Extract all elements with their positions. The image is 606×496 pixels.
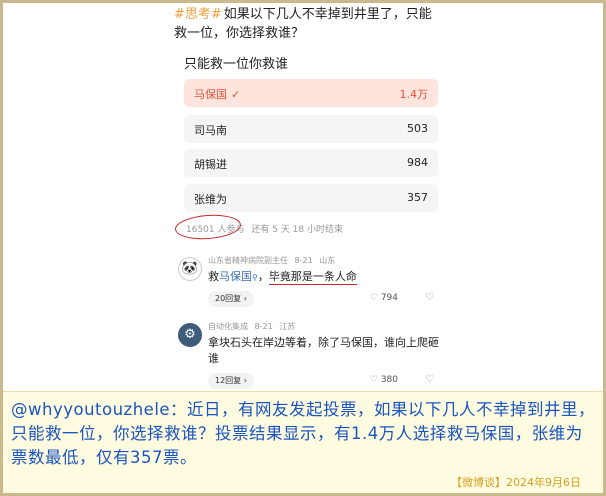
like-count: 794: [380, 293, 398, 303]
image-frame: #思考# 如果以下几人不幸掉到井里了，只能救一位，你选择救谁？ 只能救一位你救谁 …: [0, 0, 606, 496]
option-count: 984: [407, 156, 428, 169]
comment-item: 🐼 山东省精神病院副主任 8-21 山东 救马保国⚲，毕竟那是一条人命 20回复…: [174, 255, 454, 309]
option-label: 司马南: [194, 124, 227, 137]
comment-author[interactable]: 山东省精神病院副主任: [208, 256, 288, 265]
option-label: 马保国: [194, 88, 227, 101]
post-question: #思考# 如果以下几人不幸掉到井里了，只能救一位，你选择救谁？: [174, 5, 444, 43]
mention-link[interactable]: 马保国: [219, 270, 252, 283]
comment-location: 江苏: [279, 322, 296, 331]
option-count: 357: [407, 191, 428, 204]
comment-text: 拿块石头在岸边等着，除了马保国，谁向上爬砸谁: [208, 336, 439, 365]
like-button[interactable]: ♡ 794: [370, 293, 398, 303]
comment-meta: 自动化集成 8-21 江苏: [208, 321, 295, 332]
topic-tag[interactable]: #思考#: [174, 7, 222, 22]
caption-text: @whyyoutouzhele：近日，有网友发起投票，如果以下几人不幸掉到井里，…: [11, 400, 596, 467]
replies-button[interactable]: 12回复 ›: [208, 373, 254, 389]
replies-button[interactable]: 20回复 ›: [208, 291, 254, 307]
panda-avatar[interactable]: 🐼: [178, 257, 202, 281]
comment-date: 8-21: [294, 256, 313, 265]
underlined-text: 毕竟那是一条人命: [268, 270, 357, 285]
comment-comma: ，: [257, 270, 269, 283]
poll-card: 只能救一位你救谁 马保国 ✓ 1.4万 司马南 503 胡锡进 984 张维为 3…: [174, 45, 442, 243]
poll-option-ma-baoguo[interactable]: 马保国 ✓ 1.4万: [184, 79, 438, 107]
heart-icon: ♡: [369, 375, 378, 385]
poll-option-zhang-weiwei[interactable]: 张维为 357: [184, 184, 438, 212]
option-count: 503: [407, 122, 428, 135]
poll-option-hu-xijin[interactable]: 胡锡进 984: [184, 149, 438, 177]
badge-avatar[interactable]: ⚙: [178, 323, 202, 347]
poll-deadline: 还有 5 天 18 小时结束: [251, 225, 343, 235]
comment-prefix: 救: [208, 270, 219, 283]
comment-author[interactable]: 自动化集成: [208, 322, 248, 331]
caption-box: @whyyoutouzhele：近日，有网友发起投票，如果以下几人不幸掉到井里，…: [3, 391, 603, 493]
like-count: 380: [380, 375, 398, 385]
poll-option-sima-nan[interactable]: 司马南 503: [184, 115, 438, 143]
heart-icon: ♡: [369, 293, 378, 303]
weibo-screenshot: #思考# 如果以下几人不幸掉到井里了，只能救一位，你选择救谁？ 只能救一位你救谁 …: [158, 3, 458, 391]
option-label: 张维为: [194, 193, 227, 206]
checkmark-icon: ✓: [231, 88, 241, 101]
option-label: 胡锡进: [194, 158, 227, 171]
comment-date: 8-21: [254, 322, 273, 331]
comment-meta: 山东省精神病院副主任 8-21 山东: [208, 255, 335, 266]
dislike-icon[interactable]: ♡: [425, 374, 434, 385]
source-label: 【微博谈】2024年9月6日: [451, 476, 581, 489]
comment-location: 山东: [319, 256, 336, 265]
dislike-icon[interactable]: ♡: [425, 292, 434, 303]
like-button[interactable]: ♡ 380: [370, 375, 398, 385]
comment-item: ⚙ 自动化集成 8-21 江苏 拿块石头在岸边等着，除了马保国，谁向上爬砸谁 1…: [174, 321, 454, 389]
poll-title: 只能救一位你救谁: [184, 57, 289, 72]
comment-text: 救马保国⚲，毕竟那是一条人命: [208, 269, 440, 286]
option-count: 1.4万: [399, 88, 429, 101]
